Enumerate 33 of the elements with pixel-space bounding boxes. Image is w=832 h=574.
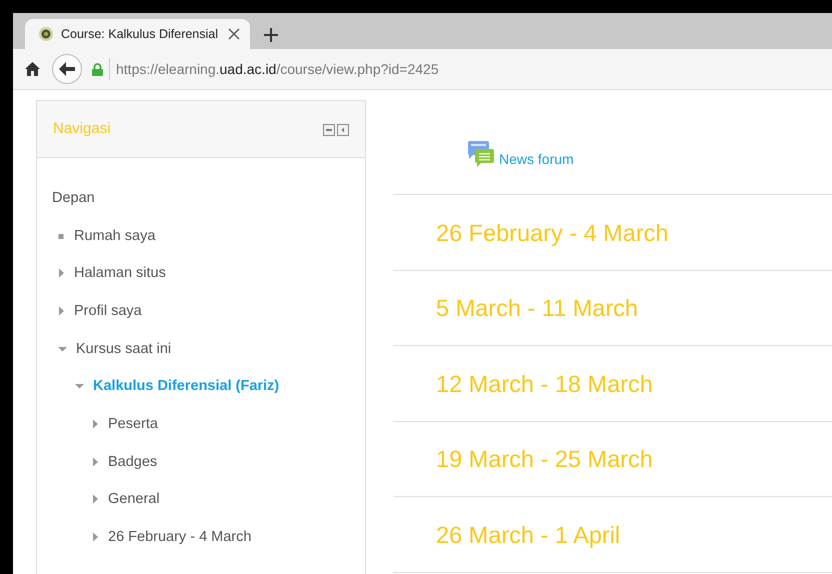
back-arrow-icon [59, 62, 75, 76]
section-title: 26 February - 4 March [436, 220, 668, 247]
browser-tab[interactable]: Course: Kalkulus Diferensial [25, 19, 250, 49]
caret-down-icon[interactable] [74, 381, 85, 392]
nav-link[interactable]: Rumah saya [74, 228, 156, 244]
new-tab-icon[interactable] [264, 28, 278, 42]
caret-right-icon[interactable] [91, 418, 100, 429]
close-icon[interactable] [228, 28, 240, 40]
home-icon[interactable] [25, 62, 40, 76]
section-title: 5 March - 11 March [436, 295, 638, 322]
caret-right-icon[interactable] [91, 532, 100, 542]
block-title: Navigasi [53, 120, 111, 136]
section-title: 19 March - 25 March [436, 446, 653, 474]
nav-link[interactable]: General [108, 491, 160, 508]
section-title: 26 March - 1 April [436, 522, 620, 549]
lock-icon [92, 62, 103, 76]
site-logo-icon [39, 27, 53, 41]
forum-icon [467, 141, 495, 168]
caret-right-icon[interactable] [91, 456, 100, 467]
nav-link[interactable]: 26 February - 4 March [108, 529, 252, 546]
nav-link[interactable]: Kursus saat ini [76, 340, 172, 357]
collapse-icon[interactable] [323, 124, 335, 136]
section-title: 12 March - 18 March [436, 370, 653, 398]
nav-link[interactable]: Peserta [108, 416, 158, 432]
caret-right-icon[interactable] [57, 306, 66, 316]
nav-link[interactable]: Halaman situs [74, 265, 166, 282]
nav-link[interactable]: Depan [52, 190, 95, 206]
dock-icon[interactable] [337, 124, 349, 136]
caret-right-icon[interactable] [57, 268, 66, 278]
back-button[interactable] [52, 54, 82, 84]
caret-right-icon[interactable] [91, 494, 100, 504]
nav-link[interactable]: Profil saya [74, 302, 142, 319]
nav-link[interactable]: Badges [108, 454, 158, 470]
